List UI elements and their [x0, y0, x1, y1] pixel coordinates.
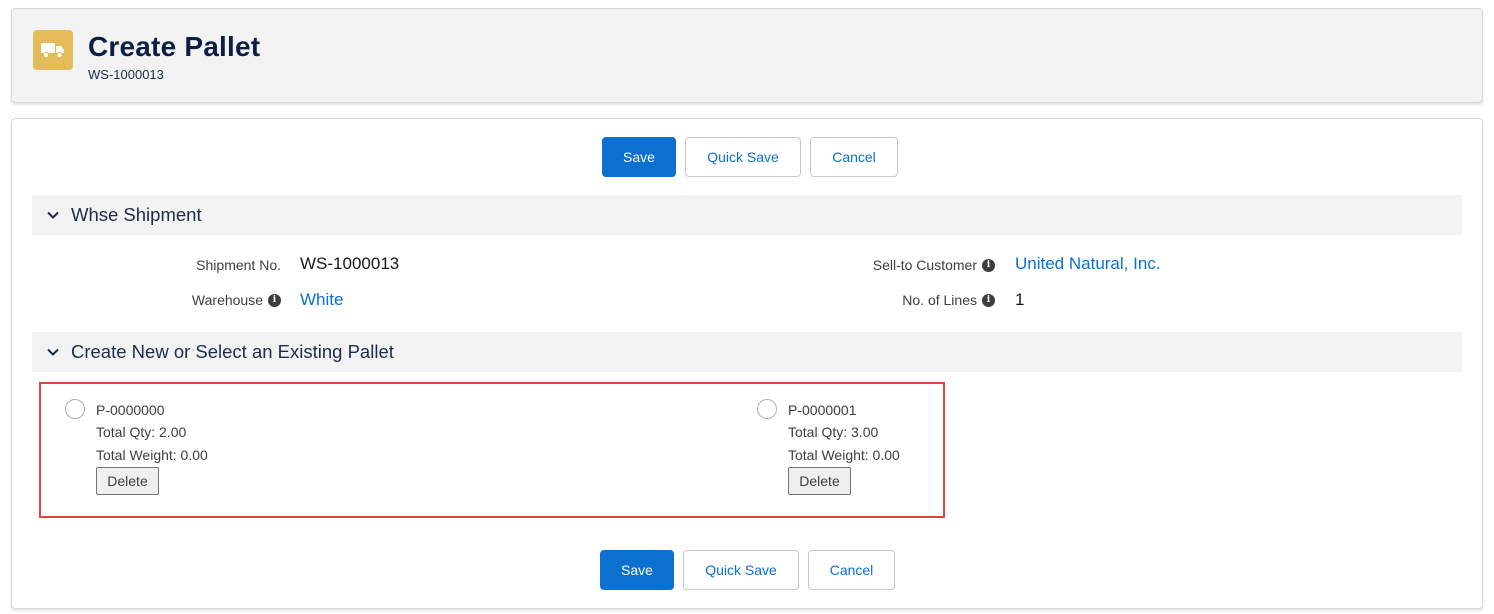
pallet-id: P-0000001 [788, 402, 857, 418]
chevron-down-icon [47, 348, 59, 356]
quick-save-button-bottom[interactable]: Quick Save [683, 550, 799, 590]
sell-to-customer-label: Sell-to Customer i [812, 255, 995, 275]
warehouse-link[interactable]: White [300, 290, 343, 310]
cancel-button-bottom[interactable]: Cancel [808, 550, 895, 590]
pallet-total-weight: Total Weight: 0.00 [788, 447, 900, 463]
chevron-down-icon [47, 211, 59, 219]
page-subtitle: WS-1000013 [88, 67, 164, 82]
cancel-button-top[interactable]: Cancel [810, 137, 898, 177]
page-title: Create Pallet [88, 31, 261, 62]
main-card: Save Quick Save Cancel Whse Shipment Shi… [11, 118, 1483, 609]
shipment-no-value: WS-1000013 [300, 254, 400, 273]
info-icon[interactable]: i [982, 293, 995, 307]
sell-to-customer-link[interactable]: United Natural, Inc. [1015, 254, 1161, 274]
pallet-radio[interactable] [757, 399, 777, 419]
section-title: Create New or Select an Existing Pallet [71, 341, 394, 362]
quick-save-button-top[interactable]: Quick Save [685, 137, 801, 177]
shipment-no-label-text: Shipment No. [196, 257, 281, 273]
page-header: Create Pallet WS-1000013 [11, 8, 1483, 103]
warehouse-label: Warehouse i [132, 290, 281, 310]
pallet-total-qty: Total Qty: 3.00 [788, 424, 879, 440]
section-header-whse-shipment[interactable]: Whse Shipment [32, 195, 1462, 235]
truck-icon [33, 30, 73, 70]
save-button-top[interactable]: Save [602, 137, 676, 177]
delete-pallet-button[interactable]: Delete [788, 467, 851, 495]
no-of-lines-value: 1 [1015, 290, 1025, 309]
pallet-radio[interactable] [65, 399, 85, 419]
save-button-bottom[interactable]: Save [600, 550, 674, 590]
info-icon[interactable]: i [982, 258, 995, 272]
pallet-id: P-0000000 [96, 402, 165, 418]
pallet-total-qty: Total Qty: 2.00 [96, 424, 187, 440]
no-of-lines-label: No. of Lines i [812, 290, 995, 310]
section-header-pallet[interactable]: Create New or Select an Existing Pallet [32, 332, 1462, 372]
section-title: Whse Shipment [71, 204, 202, 225]
sell-to-customer-label-text: Sell-to Customer [872, 257, 977, 273]
shipment-no-label: Shipment No. [132, 255, 281, 275]
info-icon[interactable]: i [268, 293, 281, 307]
delete-pallet-button[interactable]: Delete [96, 467, 159, 495]
no-of-lines-label-text: No. of Lines [902, 292, 977, 308]
warehouse-label-text: Warehouse [191, 292, 263, 308]
pallet-total-weight: Total Weight: 0.00 [96, 447, 208, 463]
